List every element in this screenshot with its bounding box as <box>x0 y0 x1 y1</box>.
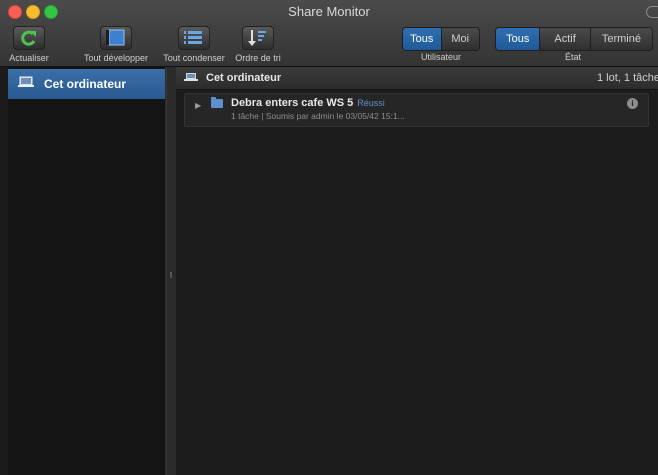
expand-all-label: Tout développer <box>83 53 149 63</box>
collapse-all-button[interactable]: Tout condenser <box>158 26 230 63</box>
user-filter-all[interactable]: Tous <box>403 28 442 50</box>
user-filter-label: Utilisateur <box>420 52 461 62</box>
job-details: 1 tâche | Soumis par admin le 03/05/42 1… <box>231 111 405 121</box>
expand-all-icon <box>100 26 132 50</box>
main-pane: Cet ordinateur 1 lot, 1 tâche ▶ Debra en… <box>176 67 658 475</box>
job-name: Debra enters cafe WS 5 <box>231 97 354 109</box>
sort-order-button[interactable]: Ordre de tri <box>232 26 284 63</box>
sidebar-item-this-computer[interactable]: Cet ordinateur <box>8 69 165 99</box>
refresh-button[interactable]: Actualiser <box>4 26 54 63</box>
state-filter-finished[interactable]: Terminé <box>590 28 652 50</box>
disclosure-triangle-icon[interactable]: ▶ <box>195 101 201 110</box>
fullscreen-button[interactable] <box>646 6 658 18</box>
state-filter-all[interactable]: Tous <box>496 28 541 50</box>
group-header: Cet ordinateur 1 lot, 1 tâche <box>176 67 658 90</box>
info-icon[interactable]: i <box>627 98 638 109</box>
sidebar-item-label: Cet ordinateur <box>44 77 127 91</box>
state-filter-label: État <box>564 52 581 62</box>
laptop-icon <box>18 75 34 93</box>
collapse-all-label: Tout condenser <box>163 53 225 63</box>
folder-icon <box>211 97 223 108</box>
collapse-all-icon <box>178 26 210 50</box>
group-title: Cet ordinateur <box>206 72 282 84</box>
sort-order-label: Ordre de tri <box>235 53 281 63</box>
job-title: Debra enters cafe WS 5 Réussi <box>231 97 385 109</box>
user-filter-control: Tous Moi <box>402 27 480 51</box>
state-filter-control: Tous Actif Terminé <box>495 27 653 51</box>
job-row[interactable]: ▶ Debra enters cafe WS 5 Réussi 1 tâche |… <box>184 93 649 127</box>
refresh-icon <box>13 26 45 50</box>
state-filter-active[interactable]: Actif <box>540 28 591 50</box>
sidebar: Cet ordinateur <box>8 67 166 475</box>
window-title: Share Monitor <box>288 4 370 19</box>
expand-all-button[interactable]: Tout développer <box>80 26 152 63</box>
job-status: Réussi <box>357 98 385 108</box>
sort-order-icon <box>242 26 274 50</box>
refresh-label: Actualiser <box>9 53 49 63</box>
group-count: 1 lot, 1 tâche <box>597 72 658 84</box>
window-toolbar: Share Monitor Actualiser Tout développer <box>0 0 658 67</box>
laptop-icon <box>184 69 198 87</box>
splitter-grip <box>170 272 172 278</box>
user-filter-me[interactable]: Moi <box>441 28 479 50</box>
